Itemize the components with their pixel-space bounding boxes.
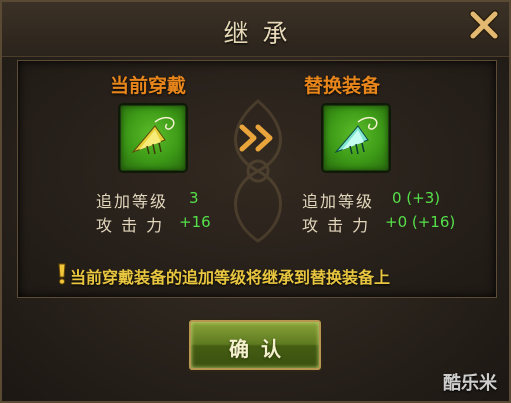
close-icon [469, 10, 499, 40]
inherit-panel: 当前穿戴 替换装备 追加等级 3 攻 击 力 +16 追加等级 0 (+3) 攻… [17, 60, 497, 298]
left-level-value: 3 [189, 189, 199, 207]
inherit-notice-text: 当前穿戴装备的追加等级将继承到替换装备上 [70, 268, 391, 287]
inherit-dialog: 继承 当前穿戴 替换装备 追加等级 3 攻 击 力 +16 追加等级 0 (+3… [0, 0, 511, 403]
dialog-title: 继承 [223, 19, 302, 48]
watermark-logo: 酷乐米 [443, 373, 497, 394]
exclamation-icon [58, 263, 66, 285]
ornament-icon [234, 99, 282, 243]
double-chevron-right-icon [239, 124, 273, 152]
confirm-button-label: 确认 [229, 337, 293, 361]
confirm-button[interactable]: 确认 [189, 320, 321, 370]
current-item-slot[interactable] [120, 105, 186, 171]
right-attack-value: +0 (+16) [385, 213, 456, 231]
right-attack-label: 攻 击 力 [302, 216, 371, 235]
right-level-label: 追加等级 [302, 192, 375, 211]
left-attack-value: +16 [179, 213, 211, 231]
replacement-equipment-title: 替换装备 [304, 75, 381, 97]
left-attack-label: 攻 击 力 [96, 216, 165, 235]
current-equipped-title: 当前穿戴 [110, 75, 187, 97]
close-button[interactable] [467, 8, 501, 42]
cyan-wing-fan-icon [334, 116, 378, 155]
left-level-label: 追加等级 [96, 192, 169, 211]
green-wing-fan-icon [131, 116, 175, 155]
replacement-item-slot[interactable] [323, 105, 389, 171]
right-level-value: 0 (+3) [392, 189, 441, 207]
title-bar: 继承 [2, 2, 509, 57]
